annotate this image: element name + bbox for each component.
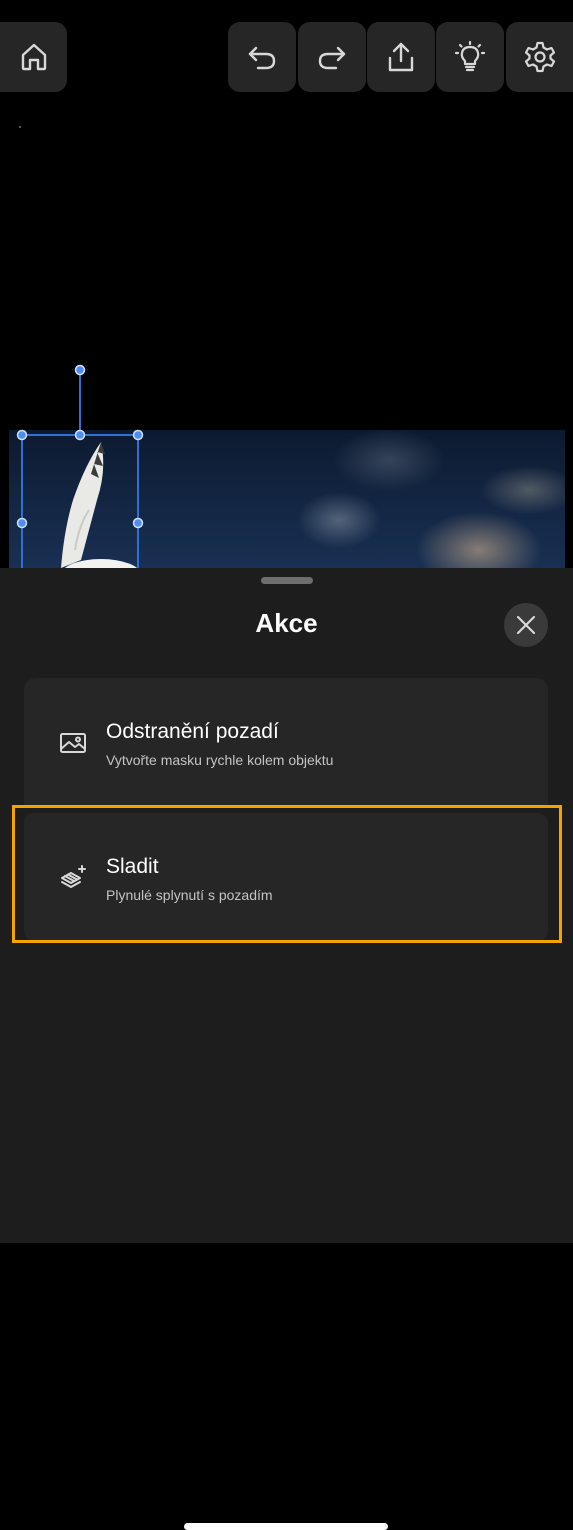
actions-sheet: Akce Odstranění pozadí Vytvořte masku ry… [0,568,573,1530]
canvas-speck [19,126,21,128]
action-harmonize[interactable]: Sladit Plynulé splynutí s pozadím [24,813,548,941]
redo-icon [318,46,346,70]
action-title: Sladit [106,855,159,878]
action-title: Odstranění pozadí [106,720,279,743]
blend-sparkle-icon [61,865,86,888]
action-remove-background[interactable]: Odstranění pozadí Vytvořte masku rychle … [24,678,548,806]
redo-button[interactable] [298,22,366,92]
gear-icon [524,41,555,73]
home-indicator [184,1523,388,1530]
lightbulb-icon [454,40,486,72]
action-subtitle: Plynulé splynutí s pozadím [106,887,273,903]
close-button[interactable] [504,603,548,647]
home-icon [21,43,46,71]
share-button[interactable] [367,22,435,92]
undo-icon [248,46,276,70]
close-icon [516,615,536,635]
seagull-image [61,442,141,580]
rotate-handle [74,364,86,376]
share-icon [388,42,414,72]
canvas-image[interactable] [9,430,565,580]
undo-button[interactable] [228,22,296,92]
sheet-grabber[interactable] [261,577,313,584]
settings-button[interactable] [506,22,573,92]
sheet-title: Akce [255,608,318,638]
tips-button[interactable] [436,22,504,92]
home-button[interactable] [0,22,67,92]
action-subtitle: Vytvořte masku rychle kolem objektu [106,752,334,768]
image-icon [60,733,86,753]
